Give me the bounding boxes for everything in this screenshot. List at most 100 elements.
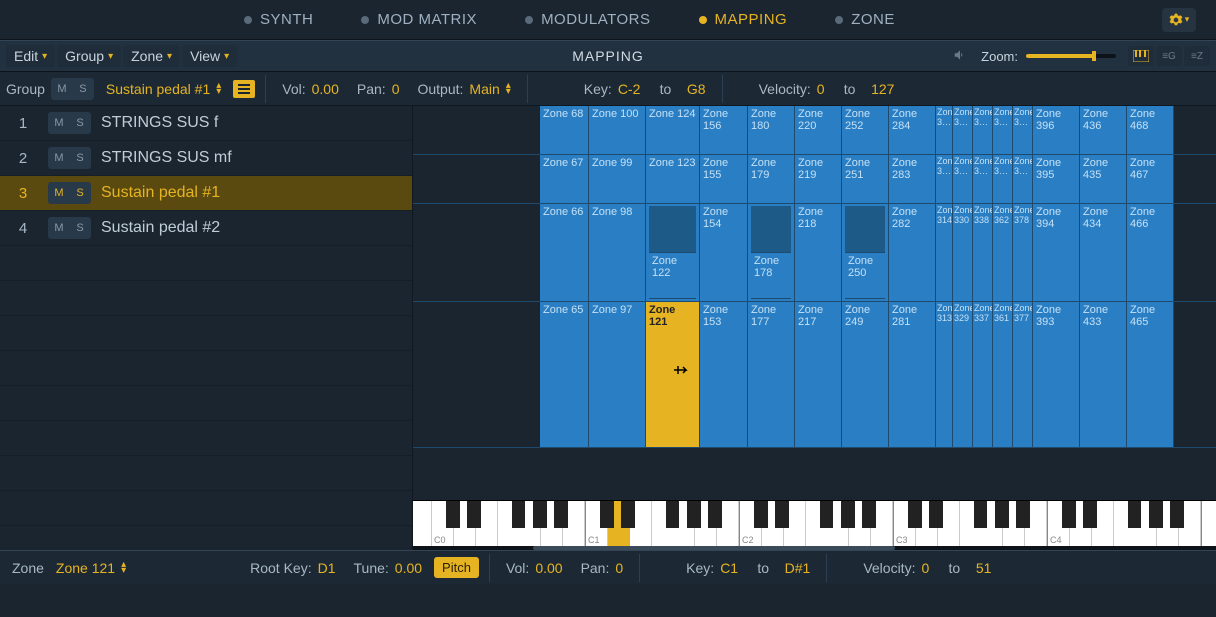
speaker-icon[interactable]	[951, 48, 969, 65]
zone-cell[interactable]: Zone 3…	[953, 155, 973, 203]
solo-button[interactable]: S	[71, 114, 89, 132]
mute-button[interactable]: M	[50, 149, 68, 167]
zone-cell[interactable]: Zone 179	[748, 155, 795, 203]
zone-cell[interactable]: Zone 124	[646, 106, 700, 154]
tab-zone[interactable]: ZONE	[811, 3, 919, 36]
pitch-button[interactable]: Pitch	[434, 557, 479, 578]
zone-cell[interactable]: Zone 361	[993, 302, 1013, 447]
zone-cell[interactable]: Zone 178	[748, 204, 795, 301]
zone-cell[interactable]: Zone 467	[1127, 155, 1174, 203]
view-group-button[interactable]: ≡G	[1156, 46, 1182, 66]
velocity-high[interactable]: 127	[871, 81, 894, 97]
key-high[interactable]: G8	[687, 81, 706, 97]
group-menu[interactable]: Group▾	[57, 45, 121, 67]
tab-mod-matrix[interactable]: MOD MATRIX	[337, 3, 501, 36]
zone-cell[interactable]: Zone 3…	[936, 106, 953, 154]
zone-cell[interactable]: Zone 122	[646, 204, 700, 301]
zone-cell[interactable]: Zone 65	[540, 302, 589, 447]
zone-cell[interactable]: Zone 155	[700, 155, 748, 203]
mute-button[interactable]: M	[50, 114, 68, 132]
zone-cell[interactable]: Zone 66	[540, 204, 589, 301]
solo-button[interactable]: S	[71, 219, 89, 237]
solo-button[interactable]: S	[71, 149, 89, 167]
group-solo-button[interactable]: S	[74, 80, 92, 98]
zone-vol-value[interactable]: 0.00	[535, 560, 562, 576]
zone-vel-high[interactable]: 51	[976, 560, 992, 576]
settings-gear-button[interactable]: ▾	[1162, 8, 1196, 32]
zone-cell[interactable]: Zone 433	[1080, 302, 1127, 447]
zone-cell[interactable]: Zone 466	[1127, 204, 1174, 301]
zone-cell[interactable]: Zone 251	[842, 155, 889, 203]
zone-cell[interactable]: Zone 281	[889, 302, 936, 447]
zone-cell[interactable]: Zone 123	[646, 155, 700, 203]
zone-cell[interactable]: Zone 3…	[993, 106, 1013, 154]
zone-cell[interactable]: Zone 282	[889, 204, 936, 301]
zone-cell[interactable]: Zone 3…	[936, 155, 953, 203]
tune-value[interactable]: 0.00	[395, 560, 422, 576]
zone-cell[interactable]: Zone 377	[1013, 302, 1033, 447]
zone-cell[interactable]: Zone 153	[700, 302, 748, 447]
zone-cell[interactable]: Zone 393	[1033, 302, 1080, 447]
zone-cell[interactable]: Zone 97	[589, 302, 646, 447]
vol-value[interactable]: 0.00	[312, 81, 339, 97]
zone-cell[interactable]: Zone 250	[842, 204, 889, 301]
view-keyboard-button[interactable]	[1128, 46, 1154, 66]
zone-cell[interactable]: Zone 219	[795, 155, 842, 203]
group-row[interactable]: 1MSSTRINGS SUS f	[0, 106, 412, 141]
zone-cell[interactable]: Zone 3…	[973, 106, 993, 154]
zone-menu[interactable]: Zone▾	[123, 45, 180, 67]
zone-cell[interactable]: Zone 314	[936, 204, 953, 301]
velocity-low[interactable]: 0	[817, 81, 825, 97]
group-mute-button[interactable]: M	[53, 80, 71, 98]
list-icon-button[interactable]	[233, 80, 255, 98]
zone-cell[interactable]: Zone 329	[953, 302, 973, 447]
zone-cell[interactable]: Zone 434	[1080, 204, 1127, 301]
zone-cell[interactable]: Zone 465	[1127, 302, 1174, 447]
zone-cell[interactable]: Zone 395	[1033, 155, 1080, 203]
zone-cell[interactable]: Zone 362	[993, 204, 1013, 301]
zone-cell[interactable]: Zone 121	[646, 302, 700, 447]
zone-cell[interactable]: Zone 100	[589, 106, 646, 154]
zone-cell[interactable]: Zone 98	[589, 204, 646, 301]
zone-cell[interactable]: Zone 396	[1033, 106, 1080, 154]
mute-button[interactable]: M	[50, 184, 68, 202]
zone-cell[interactable]: Zone 3…	[953, 106, 973, 154]
keyboard[interactable]: C0C1C2C3C4	[413, 500, 1216, 546]
zone-cell[interactable]: Zone 3…	[1013, 106, 1033, 154]
output-value[interactable]: Main	[469, 81, 499, 97]
zone-cell[interactable]: Zone 468	[1127, 106, 1174, 154]
zone-cell[interactable]: Zone 218	[795, 204, 842, 301]
zone-cell[interactable]: Zone 284	[889, 106, 936, 154]
zone-cell[interactable]: Zone 3…	[973, 155, 993, 203]
zone-cell[interactable]: Zone 394	[1033, 204, 1080, 301]
key-low[interactable]: C-2	[618, 81, 641, 97]
view-zone-button[interactable]: ≡Z	[1184, 46, 1210, 66]
zone-key-low[interactable]: C1	[720, 560, 738, 576]
solo-button[interactable]: S	[71, 184, 89, 202]
zone-cell[interactable]: Zone 154	[700, 204, 748, 301]
zone-cell[interactable]: Zone 68	[540, 106, 589, 154]
zone-cell[interactable]: Zone 378	[1013, 204, 1033, 301]
zoom-slider[interactable]	[1026, 54, 1116, 58]
tab-mapping[interactable]: MAPPING	[675, 3, 812, 36]
zone-cell[interactable]: Zone 338	[973, 204, 993, 301]
zone-pan-value[interactable]: 0	[615, 560, 623, 576]
zone-cell[interactable]: Zone 337	[973, 302, 993, 447]
zone-cell[interactable]: Zone 283	[889, 155, 936, 203]
edit-menu[interactable]: Edit▾	[6, 45, 55, 67]
pan-value[interactable]: 0	[392, 81, 400, 97]
zone-cell[interactable]: Zone 436	[1080, 106, 1127, 154]
zone-cell[interactable]: Zone 3…	[993, 155, 1013, 203]
group-select[interactable]: Sustain pedal #1 ▴▾	[100, 81, 227, 97]
zone-cell[interactable]: Zone 252	[842, 106, 889, 154]
group-row[interactable]: 4MSSustain pedal #2	[0, 211, 412, 246]
zone-cell[interactable]: Zone 220	[795, 106, 842, 154]
mute-button[interactable]: M	[50, 219, 68, 237]
group-row[interactable]: 2MSSTRINGS SUS mf	[0, 141, 412, 176]
tab-modulators[interactable]: MODULATORS	[501, 3, 674, 36]
zone-cell[interactable]: Zone 330	[953, 204, 973, 301]
zone-cell[interactable]: Zone 435	[1080, 155, 1127, 203]
rootkey-value[interactable]: D1	[318, 560, 336, 576]
zone-cell[interactable]: Zone 177	[748, 302, 795, 447]
zone-map[interactable]: Zone 68Zone 100Zone 124Zone 156Zone 180Z…	[413, 106, 1216, 550]
